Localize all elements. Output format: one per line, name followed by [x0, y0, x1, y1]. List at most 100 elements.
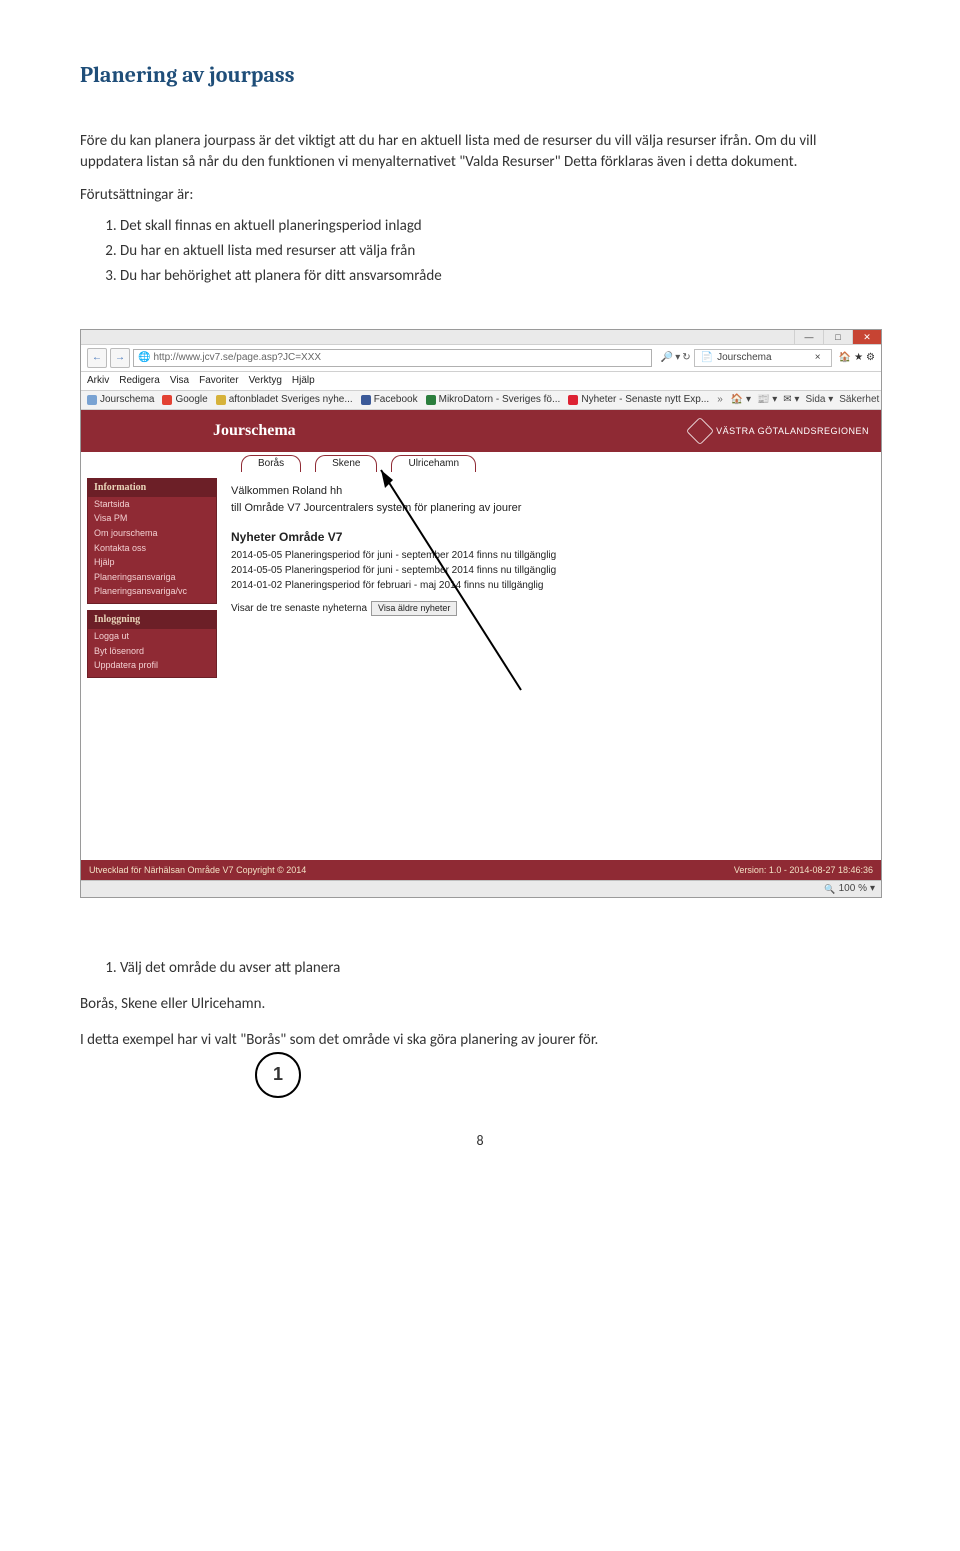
address-bar[interactable]: 🌐 http://www.jcv7.se/page.asp?JC=XXX: [133, 349, 652, 367]
minimize-button[interactable]: —: [794, 330, 823, 344]
address-url: http://www.jcv7.se/page.asp?JC=XXX: [153, 351, 321, 365]
news-item: 2014-05-05 Planeringsperiod för juni - s…: [231, 549, 867, 563]
region-brand: VÄSTRA GÖTALANDSREGIONEN: [690, 421, 869, 441]
menu-item[interactable]: Verktyg: [249, 374, 282, 388]
app-body: Information Startsida Visa PM Om joursch…: [81, 472, 881, 690]
tab-boras[interactable]: Borås: [241, 455, 301, 472]
footer-copyright: Utvecklad för Närhälsan Område V7 Copyri…: [89, 864, 306, 877]
bookmark-item[interactable]: aftonbladet Sveriges nyhe...: [216, 393, 353, 407]
main-content: Välkommen Roland hh till Område V7 Jourc…: [217, 472, 881, 690]
tab-skene[interactable]: Skene: [315, 455, 377, 472]
mail-icon[interactable]: ✉ ▾: [783, 393, 799, 407]
sidebar-item-uppdateraprofil[interactable]: Uppdatera profil: [88, 658, 216, 673]
tab-title: Jourschema: [717, 351, 771, 365]
sidebar-panel-info: Information Startsida Visa PM Om joursch…: [87, 478, 217, 604]
list-item: Du har behörighet att planera för ditt a…: [120, 264, 880, 289]
bookmark-item[interactable]: Facebook: [361, 393, 418, 407]
search-refresh-group: 🔎 ▾ ↻: [661, 351, 691, 365]
menu-item[interactable]: Visa: [170, 374, 189, 388]
globe-icon: 🌐: [138, 351, 150, 365]
prereq-intro: Förutsättningar är:: [80, 185, 880, 206]
menu-item[interactable]: Favoriter: [199, 374, 238, 388]
menu-item[interactable]: Arkiv: [87, 374, 109, 388]
favicon-icon: [426, 395, 436, 405]
sidebar-item-startsida[interactable]: Startsida: [88, 497, 216, 512]
window-titlebar: — □ ✕: [81, 330, 881, 345]
close-button[interactable]: ✕: [852, 330, 881, 344]
bookmark-right-tools: 🏠 ▾ 📰 ▾ ✉ ▾ Sida ▾ Säkerhet ▾ Verktyg ▾ …: [731, 393, 881, 407]
browser-menu: Arkiv Redigera Visa Favoriter Verktyg Hj…: [81, 372, 881, 391]
sidebar: Information Startsida Visa PM Om joursch…: [81, 472, 217, 690]
step-list: Välj det område du avser att planera: [100, 958, 880, 979]
favicon-icon: [568, 395, 578, 405]
page-menu[interactable]: Sida ▾: [805, 393, 833, 407]
sidebar-item-planeringsansvariga[interactable]: Planeringsansvariga: [88, 570, 216, 585]
welcome-line-1: Välkommen Roland hh: [231, 484, 867, 499]
menu-item[interactable]: Redigera: [119, 374, 160, 388]
favicon-icon: [216, 395, 226, 405]
forward-button[interactable]: →: [110, 348, 130, 368]
favorites-icon[interactable]: ★: [854, 351, 863, 365]
intro-paragraph: Före du kan planera jourpass är det vikt…: [80, 131, 880, 173]
favicon-icon: [87, 395, 97, 405]
footer-version: Version: 1.0 - 2014-08-27 18:46:36: [734, 864, 873, 877]
gear-icon[interactable]: ⚙: [866, 351, 875, 365]
sidebar-header: Inloggning: [88, 611, 216, 629]
tab-close-icon[interactable]: ×: [815, 351, 821, 365]
favicon-icon: [162, 395, 172, 405]
search-icon[interactable]: 🔎: [661, 351, 673, 365]
home-icon[interactable]: 🏠: [839, 351, 851, 365]
list-item: Det skall finnas en aktuell planeringspe…: [120, 214, 880, 239]
browser-nav-row: ← → 🌐 http://www.jcv7.se/page.asp?JC=XXX…: [81, 345, 881, 372]
sidebar-item-loggaut[interactable]: Logga ut: [88, 629, 216, 644]
news-item: 2014-05-05 Planeringsperiod för juni - s…: [231, 564, 867, 578]
page-heading: Planering av jourpass: [80, 60, 880, 91]
zoom-level[interactable]: 100 %: [839, 882, 867, 896]
menu-item[interactable]: Hjälp: [292, 374, 315, 388]
bookmark-bar: Jourschema Google aftonbladet Sveriges n…: [81, 391, 881, 410]
news-header: Nyheter Område V7: [231, 529, 867, 546]
list-item: Välj det område du avser att planera: [120, 958, 880, 979]
older-news-button[interactable]: Visa äldre nyheter: [371, 601, 457, 616]
refresh-icon[interactable]: ↻: [682, 351, 690, 365]
back-button[interactable]: ←: [87, 348, 107, 368]
browser-status-bar: 🔍 100 % ▾: [81, 880, 881, 897]
city-tabs: Borås Skene Ulricehamn: [81, 452, 881, 472]
list-item: Du har en aktuell lista med resurser att…: [120, 239, 880, 264]
sidebar-item-planeringsansvariga-vc[interactable]: Planeringsansvariga/vc: [88, 584, 216, 599]
older-news-row: Visar de tre senaste nyheterna Visa äldr…: [231, 601, 867, 616]
app-banner: Jourschema VÄSTRA GÖTALANDSREGIONEN: [81, 410, 881, 452]
bookmark-item[interactable]: Nyheter - Senaste nytt Exp...: [568, 393, 709, 407]
app-title: Jourschema: [213, 420, 296, 442]
sidebar-header: Information: [88, 479, 216, 497]
post-screenshot-text: Välj det område du avser att planera Bor…: [80, 958, 880, 1051]
callout-number: 1: [255, 1052, 301, 1098]
region-name: VÄSTRA GÖTALANDSREGIONEN: [716, 425, 869, 438]
zoom-dropdown-icon[interactable]: ▾: [870, 882, 875, 896]
browser-tab[interactable]: 📄 Jourschema ×: [694, 349, 832, 367]
news-item: 2014-01-02 Planeringsperiod för februari…: [231, 579, 867, 593]
bookmark-item[interactable]: Google: [162, 393, 207, 407]
sidebar-item-om[interactable]: Om jourschema: [88, 526, 216, 541]
bookmark-item[interactable]: MikroDatorn - Sveriges fö...: [426, 393, 561, 407]
home-icon[interactable]: 🏠 ▾: [731, 393, 751, 407]
maximize-button[interactable]: □: [823, 330, 852, 344]
browser-window: — □ ✕ ← → 🌐 http://www.jcv7.se/page.asp?…: [80, 329, 882, 899]
region-logo-icon: [686, 417, 714, 445]
zoom-icon: 🔍: [824, 883, 835, 896]
sidebar-item-bytlosen[interactable]: Byt lösenord: [88, 644, 216, 659]
sidebar-item-visapm[interactable]: Visa PM: [88, 511, 216, 526]
welcome-line-2: till Område V7 Jourcentralers system för…: [231, 501, 867, 516]
page-number: 8: [80, 1131, 880, 1151]
sidebar-item-kontakta[interactable]: Kontakta oss: [88, 541, 216, 556]
sidebar-panel-login: Inloggning Logga ut Byt lösenord Uppdate…: [87, 610, 217, 678]
favicon-icon: [361, 395, 371, 405]
feeds-icon[interactable]: 📰 ▾: [757, 393, 777, 407]
safety-menu[interactable]: Säkerhet ▾: [839, 393, 881, 407]
example-line: I detta exempel har vi valt "Borås" som …: [80, 1030, 880, 1051]
sidebar-item-hjalp[interactable]: Hjälp: [88, 555, 216, 570]
app-footer: Utvecklad för Närhälsan Område V7 Copyri…: [81, 860, 881, 881]
bookmark-item[interactable]: Jourschema: [87, 393, 154, 407]
tab-ulricehamn[interactable]: Ulricehamn: [391, 455, 476, 472]
tab-favicon: 📄: [701, 351, 713, 365]
